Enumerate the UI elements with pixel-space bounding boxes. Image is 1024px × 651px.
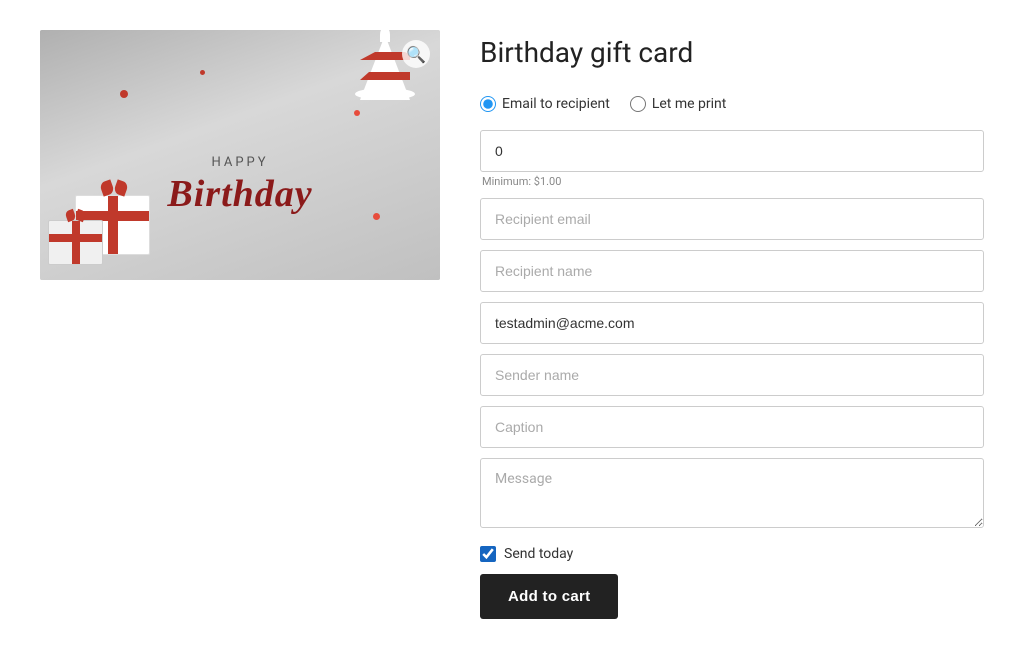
email-option-label: Email to recipient bbox=[502, 96, 610, 112]
caption-input[interactable] bbox=[480, 406, 984, 448]
caption-field bbox=[480, 406, 984, 448]
hat-brim bbox=[355, 88, 415, 100]
left-column: HAPPY Birthday bbox=[40, 30, 440, 619]
party-hat bbox=[360, 35, 410, 100]
print-option[interactable]: Let me print bbox=[630, 96, 727, 112]
sender-email-input[interactable] bbox=[480, 302, 984, 344]
product-image: HAPPY Birthday bbox=[40, 30, 440, 280]
send-today-row: Send today bbox=[480, 546, 984, 562]
happy-text: HAPPY bbox=[211, 155, 268, 170]
image-wrapper: HAPPY Birthday bbox=[40, 30, 440, 280]
confetti bbox=[120, 90, 128, 98]
print-radio[interactable] bbox=[630, 96, 646, 112]
amount-field: Minimum: $1.00 bbox=[480, 130, 984, 188]
message-textarea[interactable] bbox=[480, 458, 984, 528]
send-today-label[interactable]: Send today bbox=[504, 546, 573, 562]
print-option-label: Let me print bbox=[652, 96, 727, 112]
sender-name-field bbox=[480, 354, 984, 396]
delivery-options: Email to recipient Let me print bbox=[480, 96, 984, 112]
birthday-background: HAPPY Birthday bbox=[40, 30, 440, 280]
recipient-name-input[interactable] bbox=[480, 250, 984, 292]
recipient-name-field bbox=[480, 250, 984, 292]
right-column: Birthday gift card Email to recipient Le… bbox=[480, 30, 984, 619]
page-title: Birthday gift card bbox=[480, 35, 984, 71]
zoom-icon[interactable]: 🔍 bbox=[402, 40, 430, 68]
recipient-email-input[interactable] bbox=[480, 198, 984, 240]
sender-name-input[interactable] bbox=[480, 354, 984, 396]
amount-input[interactable] bbox=[480, 130, 984, 172]
add-to-cart-button[interactable]: Add to cart bbox=[480, 574, 618, 619]
confetti bbox=[200, 70, 205, 75]
send-today-checkbox[interactable] bbox=[480, 546, 496, 562]
zoom-symbol: 🔍 bbox=[406, 45, 426, 64]
confetti bbox=[373, 213, 380, 220]
gift-box-2 bbox=[48, 220, 103, 265]
confetti bbox=[354, 110, 360, 116]
page-container: HAPPY Birthday bbox=[40, 20, 984, 619]
email-option[interactable]: Email to recipient bbox=[480, 96, 610, 112]
sender-email-field bbox=[480, 302, 984, 344]
hat-tip bbox=[380, 30, 390, 42]
message-field bbox=[480, 458, 984, 532]
email-radio[interactable] bbox=[480, 96, 496, 112]
birthday-text: Birthday bbox=[167, 172, 312, 216]
recipient-email-field bbox=[480, 198, 984, 240]
min-label: Minimum: $1.00 bbox=[480, 175, 984, 188]
